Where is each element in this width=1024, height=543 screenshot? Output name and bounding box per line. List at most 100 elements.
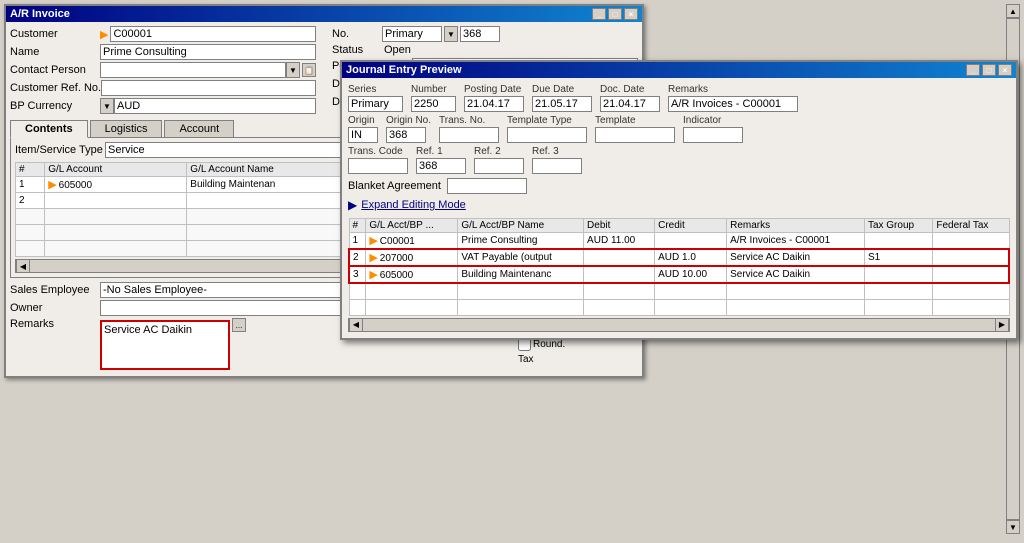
due-date-input-j[interactable]	[532, 96, 592, 112]
contact-icon-btn[interactable]: 📋	[302, 63, 316, 77]
contact-person-row: Contact Person ▼ 📋	[10, 62, 316, 78]
tax-row: Tax	[518, 354, 638, 365]
contact-person-input[interactable]	[100, 62, 286, 78]
ar-invoice-titlebar: A/R Invoice _ □ ×	[6, 6, 642, 22]
template-type-label: Template Type	[507, 115, 587, 126]
jrow2-name: VAT Payable (output	[458, 249, 584, 266]
ref1-input[interactable]	[416, 158, 466, 174]
remarks-browse-btn[interactable]: ...	[232, 318, 246, 332]
jhscroll-right-btn[interactable]: ▶	[995, 318, 1009, 332]
table-row	[349, 299, 1009, 315]
journal-close-btn[interactable]: ×	[998, 64, 1012, 76]
ref3-input[interactable]	[532, 158, 582, 174]
no-label: No.	[332, 28, 382, 40]
jrow1-federal	[933, 233, 1009, 250]
journal-minimize-btn[interactable]: _	[966, 64, 980, 76]
customer-ref-label: Customer Ref. No.	[10, 82, 101, 94]
hscroll-left-btn[interactable]: ◀	[16, 259, 30, 273]
remarks-box[interactable]: Service AC Daikin	[100, 320, 230, 370]
journal-restore-btn[interactable]: □	[982, 64, 996, 76]
journal-titlebar: Journal Entry Preview _ □ ×	[342, 62, 1016, 78]
table-row: 3 ▶605000 Building Maintenanc AUD 10.00 …	[349, 266, 1009, 283]
jhscroll-thumb[interactable]	[364, 321, 994, 329]
bp-currency-dropdown[interactable]: ▼	[100, 98, 114, 114]
tab-logistics[interactable]: Logistics	[90, 120, 163, 137]
origin-input[interactable]	[348, 127, 378, 143]
series-label: Series	[348, 84, 403, 95]
customer-ref-input[interactable]	[101, 80, 316, 96]
status-value: Open	[382, 44, 413, 56]
trans-code-input[interactable]	[348, 158, 408, 174]
origin-no-label: Origin No.	[386, 115, 431, 126]
tab-contents[interactable]: Contents	[10, 120, 88, 138]
customer-row: Customer ▶	[10, 26, 316, 42]
ar-close-btn[interactable]: ×	[624, 8, 638, 20]
ref3-label: Ref. 3	[532, 146, 582, 157]
expand-mode-row: ▶ Expand Editing Mode	[348, 198, 1010, 212]
number-label: Number	[411, 84, 456, 95]
jrow2-num: 2	[349, 249, 366, 266]
ar-invoice-title: A/R Invoice	[10, 8, 70, 20]
origin-no-input[interactable]	[386, 127, 426, 143]
customer-input[interactable]	[110, 26, 316, 42]
template-type-input[interactable]	[507, 127, 587, 143]
series-group: Series	[348, 84, 403, 112]
no-series-dropdown[interactable]: ▼	[444, 26, 458, 42]
jrow1-arrow-icon: ▶	[369, 235, 377, 247]
indicator-input[interactable]	[683, 127, 743, 143]
jrow3-remarks: Service AC Daikin	[727, 266, 865, 283]
vscroll-down-btn[interactable]: ▼	[1006, 520, 1020, 534]
jrow3-taxgroup	[864, 266, 932, 283]
expand-mode-link[interactable]: Expand Editing Mode	[361, 199, 466, 211]
remarks-input-j[interactable]	[668, 96, 798, 112]
status-label: Status	[332, 44, 382, 56]
indicator-label: Indicator	[683, 115, 743, 126]
col-num-header: #	[16, 163, 45, 177]
series-input[interactable]	[348, 96, 403, 112]
doc-date-input[interactable]	[600, 96, 660, 112]
expand-arrow-icon: ▶	[348, 198, 357, 212]
jrow2-federal	[933, 249, 1009, 266]
contact-dropdown-btn[interactable]: ▼	[286, 62, 300, 78]
jrow2-debit	[584, 249, 655, 266]
jhscroll-left-btn[interactable]: ◀	[349, 318, 363, 332]
journal-controls: _ □ ×	[966, 64, 1012, 76]
row1-num: 1	[16, 177, 45, 193]
jcol-federal-header: Federal Tax	[933, 219, 1009, 233]
ref2-label: Ref. 2	[474, 146, 524, 157]
blanket-input[interactable]	[447, 178, 527, 194]
ar-restore-btn[interactable]: □	[608, 8, 622, 20]
jcol-debit-header: Debit	[584, 219, 655, 233]
posting-date-group: Posting Date	[464, 84, 524, 112]
vscroll-up-btn[interactable]: ▲	[1006, 4, 1020, 18]
no-series-input[interactable]	[382, 26, 442, 42]
posting-date-input-j[interactable]	[464, 96, 524, 112]
template-group: Template	[595, 115, 675, 143]
jrow1-num: 1	[349, 233, 366, 250]
ref2-input[interactable]	[474, 158, 524, 174]
jcol-remarks-header: Remarks	[727, 219, 865, 233]
trans-no-group: Trans. No.	[439, 115, 499, 143]
number-input[interactable]	[411, 96, 456, 112]
item-service-label: Item/Service Type	[15, 144, 105, 156]
rounding-checkbox[interactable]	[518, 338, 531, 351]
jrow2-acct: ▶207000	[366, 249, 458, 266]
bp-currency-input[interactable]	[114, 98, 316, 114]
due-date-label-j: Due Date	[532, 84, 592, 95]
journal-header-row1: Series Number Posting Date Due Date Doc.…	[348, 84, 1010, 112]
rounding-row: Round.	[518, 338, 638, 351]
row1-arrow-icon: ▶	[48, 179, 56, 191]
ar-minimize-btn[interactable]: _	[592, 8, 606, 20]
journal-hscrollbar[interactable]: ◀ ▶	[348, 318, 1010, 332]
template-input[interactable]	[595, 127, 675, 143]
trans-no-input[interactable]	[439, 127, 499, 143]
tab-accounting[interactable]: Account	[164, 120, 234, 137]
jrow3-debit	[584, 266, 655, 283]
origin-no-group: Origin No.	[386, 115, 431, 143]
journal-header-row3: Trans. Code Ref. 1 Ref. 2 Ref. 3	[348, 146, 1010, 174]
jrow1-acct: ▶C00001	[366, 233, 458, 250]
name-input[interactable]	[100, 44, 316, 60]
jrow3-credit: AUD 10.00	[655, 266, 727, 283]
no-value-input[interactable]	[460, 26, 500, 42]
remarks-group: Remarks	[668, 84, 798, 112]
